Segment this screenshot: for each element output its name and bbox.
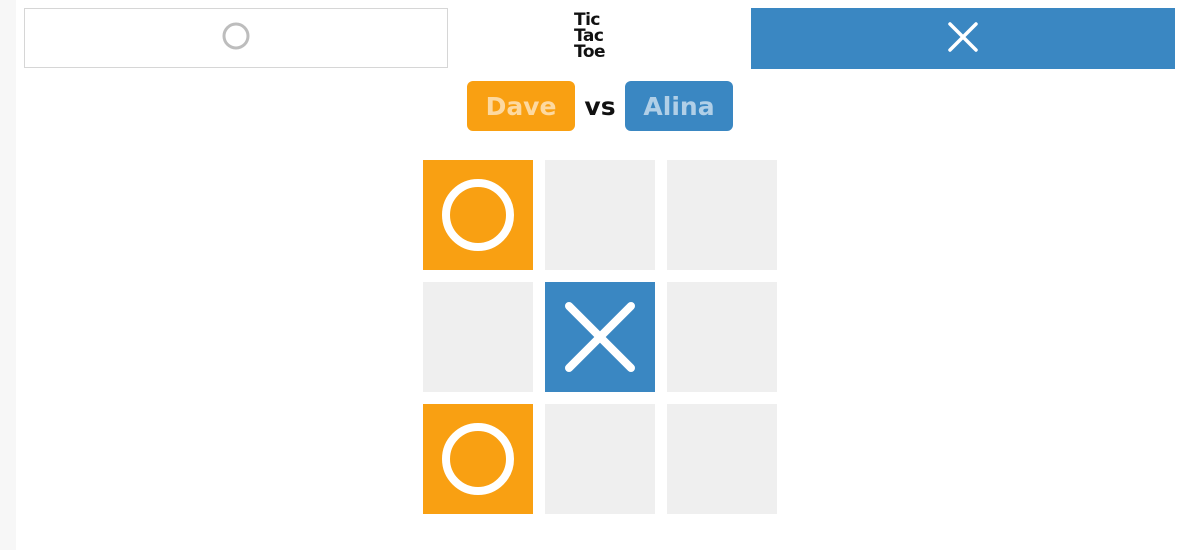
- logo-line-3: Toe: [574, 42, 606, 62]
- player-x-name: Alina: [625, 81, 733, 131]
- player-o-name: Dave: [467, 81, 575, 131]
- o-mark-icon: [442, 179, 514, 251]
- versus-label: vs: [584, 91, 616, 121]
- board-cell-r1-c1[interactable]: [423, 160, 533, 270]
- players-names: Dave vs Alina: [0, 81, 1200, 131]
- board-cell-r3-c3[interactable]: [667, 404, 777, 514]
- board-cell-r1-c3[interactable]: [667, 160, 777, 270]
- circle-icon: [221, 21, 251, 55]
- board-cell-r1-c2[interactable]: [545, 160, 655, 270]
- player-x-panel[interactable]: [751, 8, 1175, 69]
- player-o-panel[interactable]: [24, 8, 448, 68]
- x-mark-icon: [565, 302, 635, 372]
- cross-icon: [946, 20, 980, 58]
- o-mark-icon: [442, 423, 514, 495]
- game-board: [423, 160, 777, 514]
- board-cell-r3-c1[interactable]: [423, 404, 533, 514]
- game-logo: Tic Tac Toe: [574, 12, 630, 62]
- board-cell-r2-c1[interactable]: [423, 282, 533, 392]
- board-cell-r2-c2[interactable]: [545, 282, 655, 392]
- board-cell-r3-c2[interactable]: [545, 404, 655, 514]
- board-cell-r2-c3[interactable]: [667, 282, 777, 392]
